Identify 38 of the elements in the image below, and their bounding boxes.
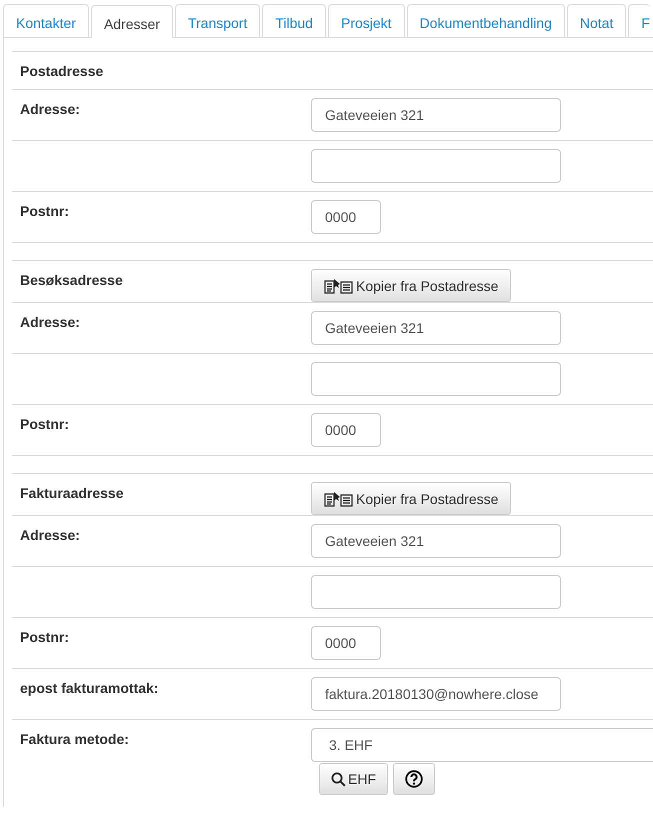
postcode-field[interactable]: 0000 [311, 626, 381, 660]
field-label: Postnr: [19, 628, 70, 647]
section-title: Besøksadresse [19, 271, 124, 290]
input-field[interactable]: Gateveeien 321 [311, 524, 561, 558]
tab[interactable]: Prosjekt [328, 4, 405, 37]
input-field[interactable] [311, 575, 561, 609]
copy-icon [324, 490, 354, 506]
tab[interactable]: Transport [174, 4, 260, 37]
tab[interactable]: Kontakter [3, 4, 89, 37]
field-label: Adresse: [19, 313, 81, 332]
field-label: Faktura metode: [19, 730, 130, 749]
help-button[interactable] [393, 763, 435, 795]
input-field[interactable] [311, 362, 561, 396]
section-title: Postadresse [19, 62, 104, 81]
postcode-field[interactable]: 0000 [311, 413, 381, 447]
tab[interactable]: Dokumentbehandling [406, 4, 565, 37]
tab[interactable]: Tilbud [262, 4, 326, 37]
field-label: Adresse: [19, 100, 81, 119]
field-label: Postnr: [19, 415, 70, 434]
field-label: epost fakturamottak: [19, 679, 160, 698]
field-label: Postnr: [19, 202, 70, 221]
copy-button[interactable]: Kopier fra Postadresse [311, 269, 512, 302]
input-field[interactable]: faktura.20180130@nowhere.close [311, 677, 561, 711]
help-icon [405, 770, 423, 788]
dropdown[interactable]: 3. EHF [311, 728, 653, 762]
section-title: Fakturaadresse [19, 484, 125, 503]
tab[interactable]: F [628, 4, 650, 37]
search-button[interactable]: EHF [319, 763, 388, 795]
input-field[interactable]: Gateveeien 321 [311, 98, 561, 132]
tab[interactable]: Notat [566, 4, 626, 37]
input-field[interactable]: Gateveeien 321 [311, 311, 561, 345]
search-icon [331, 772, 346, 786]
copy-icon [324, 278, 354, 294]
field-label: Adresse: [19, 526, 81, 545]
postcode-field[interactable]: 0000 [311, 200, 381, 234]
copy-button[interactable]: Kopier fra Postadresse [311, 482, 512, 515]
input-field[interactable] [311, 149, 561, 183]
tab[interactable]: Adresser [90, 5, 173, 38]
